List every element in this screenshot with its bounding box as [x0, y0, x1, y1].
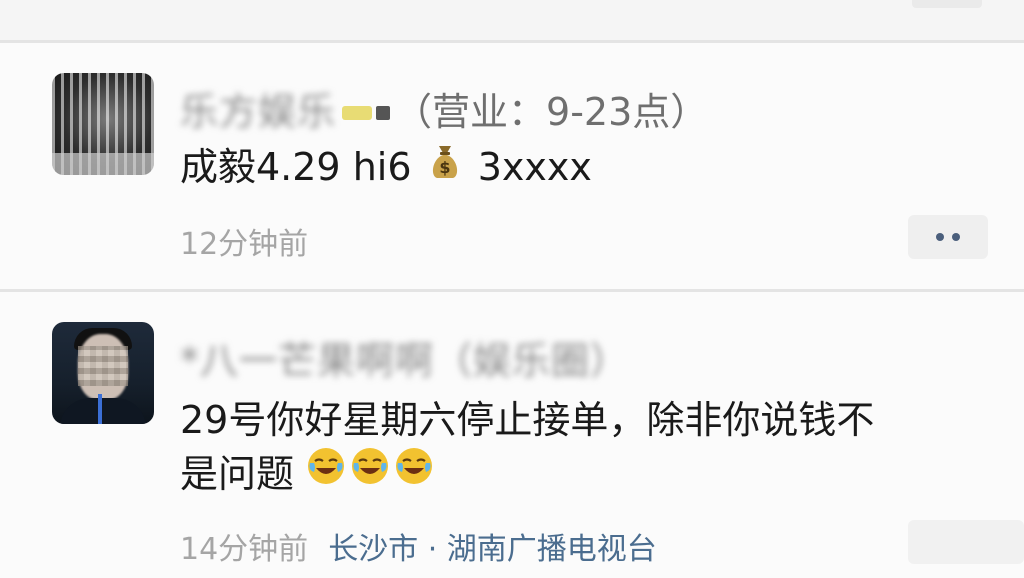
timestamp: 14分钟前 [180, 532, 309, 567]
post-content-line-2: 是问题 [180, 448, 438, 503]
comment-feed: 乐方娱乐 （营业：9-23点） 成毅4.29 hi6 $ 3xxxx 12分钟前 [0, 0, 1024, 578]
location-link[interactable]: 长沙市 · 湖南广播电视台 [328, 532, 657, 567]
previous-more-button[interactable] [912, 0, 982, 8]
avatar-mosaic [78, 346, 128, 386]
nickname[interactable]: 乐方娱乐 （营业：9-23点） [180, 81, 708, 136]
laughing-crying-icon [306, 446, 346, 499]
timestamp: 12分钟前 [180, 227, 309, 262]
avatar-lanyard [98, 394, 102, 424]
verified-icon [376, 105, 391, 120]
svg-text:$: $ [439, 158, 450, 177]
post-2: *八一芒果啊啊（娱乐圈） 29号你好星期六停止接单，除非你说钱不 是问题 14分… [0, 292, 1024, 578]
nickname[interactable]: *八一芒果啊啊（娱乐圈） [180, 330, 629, 385]
content-text: 是问题 [180, 452, 295, 496]
avatar[interactable] [52, 322, 154, 424]
post-meta: 14分钟前 长沙市 · 湖南广播电视台 [180, 524, 657, 568]
laughing-crying-icon [350, 446, 390, 499]
nickname-blurred: 乐方娱乐 [180, 90, 337, 134]
post-content: 成毅4.29 hi6 $ 3xxxx [180, 141, 592, 196]
avatar-overlay [52, 153, 154, 175]
dot-icon [936, 233, 944, 241]
more-options-button[interactable] [908, 520, 1024, 564]
previous-post-edge [0, 0, 1024, 40]
content-text: 成毅4.29 hi6 [180, 145, 412, 189]
avatar-body [60, 398, 146, 424]
nickname-blurred: *八一芒果啊啊（娱乐圈） [180, 339, 630, 383]
post-1: 乐方娱乐 （营业：9-23点） 成毅4.29 hi6 $ 3xxxx 12分钟前 [0, 43, 1024, 289]
nickname-suffix: （营业：9-23点） [394, 90, 709, 134]
content-text-suffix: 3xxxx [477, 145, 592, 189]
avatar[interactable] [52, 73, 154, 175]
moneybag-icon: $ [428, 141, 462, 193]
post-content-line-1: 29号你好星期六停止接单，除非你说钱不 [180, 398, 875, 442]
badge-icon [342, 105, 373, 120]
dot-icon [952, 233, 960, 241]
laughing-crying-icon [394, 446, 434, 499]
more-options-button[interactable] [908, 215, 988, 259]
